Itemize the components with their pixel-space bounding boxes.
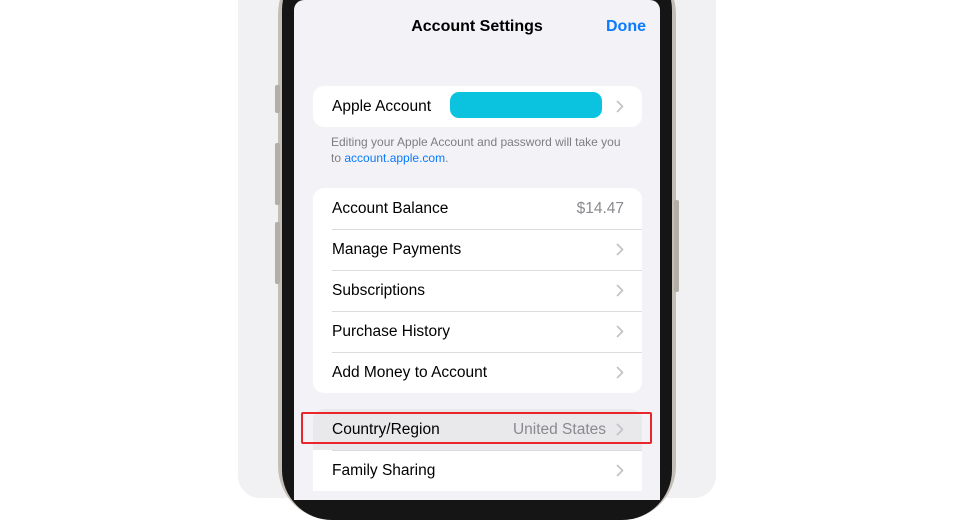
account-balance-label: Account Balance xyxy=(332,199,449,217)
manage-payments-label: Manage Payments xyxy=(332,240,462,258)
subscriptions-label: Subscriptions xyxy=(332,281,426,299)
family-sharing-label: Family Sharing xyxy=(332,461,436,479)
family-sharing-row[interactable]: Family Sharing xyxy=(313,450,642,491)
chevron-right-icon xyxy=(616,464,624,477)
side-button-volume-up xyxy=(275,143,280,205)
payments-group: Account Balance $14.47 Manage Payments S… xyxy=(313,188,642,393)
purchase-history-row[interactable]: Purchase History xyxy=(313,311,642,352)
chevron-right-icon xyxy=(616,325,624,338)
purchase-history-label: Purchase History xyxy=(332,322,451,340)
apple-account-row[interactable]: Apple Account xyxy=(313,86,642,127)
manage-payments-row[interactable]: Manage Payments xyxy=(313,229,642,270)
side-button-power xyxy=(674,200,679,292)
chevron-right-icon xyxy=(616,100,624,113)
side-button-action xyxy=(275,85,280,113)
country-region-highlight-box xyxy=(301,412,652,444)
add-money-row[interactable]: Add Money to Account xyxy=(313,352,642,393)
account-balance-value: $14.47 xyxy=(576,199,624,217)
chevron-right-icon xyxy=(616,243,624,256)
account-footnote: Editing your Apple Account and password … xyxy=(331,134,631,166)
footnote-end: . xyxy=(445,151,449,165)
chevron-right-icon xyxy=(616,366,624,379)
add-money-label: Add Money to Account xyxy=(332,363,488,381)
redacted-email-block xyxy=(450,92,602,118)
chevron-right-icon xyxy=(616,284,624,297)
subscriptions-row[interactable]: Subscriptions xyxy=(313,270,642,311)
done-button[interactable]: Done xyxy=(606,18,646,36)
account-apple-link[interactable]: account.apple.com xyxy=(344,151,445,165)
side-button-volume-down xyxy=(275,222,280,284)
apple-account-group: Apple Account xyxy=(313,86,642,127)
account-balance-row[interactable]: Account Balance $14.47 xyxy=(313,188,642,229)
